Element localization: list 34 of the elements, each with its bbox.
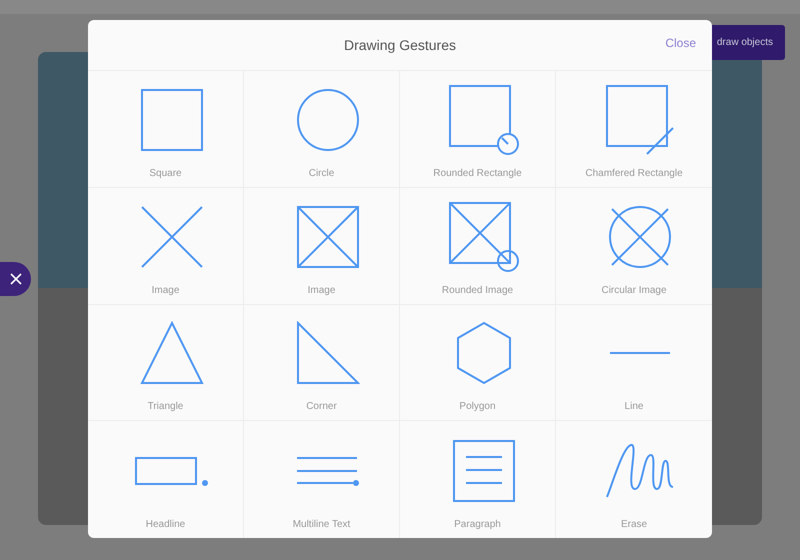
gesture-label: Headline — [146, 519, 186, 530]
gesture-label: Circle — [308, 168, 334, 179]
scribble-icon — [605, 442, 675, 500]
gesture-label: Corner — [306, 401, 337, 412]
close-icon — [8, 272, 22, 286]
gesture-label: Line — [624, 401, 644, 412]
gesture-label: Image — [308, 284, 336, 296]
cross-icon — [140, 204, 204, 268]
gesture-label: Erase — [620, 519, 648, 530]
crossed-circle-icon — [608, 204, 672, 268]
gesture-label: Rounded Rectangle — [433, 168, 522, 179]
triangle-icon — [140, 321, 204, 386]
gesture-label: Paragraph — [454, 519, 501, 530]
circle-icon — [296, 88, 360, 152]
gesture-label: Image — [152, 284, 180, 296]
close-button[interactable] — [0, 262, 31, 296]
gesture-label: Square — [149, 168, 182, 179]
right-triangle-icon — [296, 321, 360, 386]
gesture-label: Polygon — [459, 401, 496, 412]
line-icon — [608, 351, 672, 356]
square-with-circle-icon — [448, 84, 520, 156]
gesture-label: Multiline Text — [292, 519, 350, 530]
rectangle-with-dot-icon — [134, 456, 209, 486]
crossed-square-with-circle-icon — [448, 200, 520, 272]
gesture-label: Triangle — [148, 401, 184, 412]
gesture-label: Rounded Image — [442, 284, 514, 296]
square-with-slash-icon — [605, 84, 675, 156]
gesture-label: Circular Image — [601, 284, 667, 296]
crossed-square-icon — [296, 204, 360, 268]
lines-with-dot-icon — [295, 456, 360, 486]
gesture-label: Chamfered Rectangle — [585, 168, 683, 179]
dialog-title: Drawing Gestures — [344, 37, 456, 53]
square-icon — [140, 88, 204, 152]
text-page-icon — [452, 439, 516, 503]
